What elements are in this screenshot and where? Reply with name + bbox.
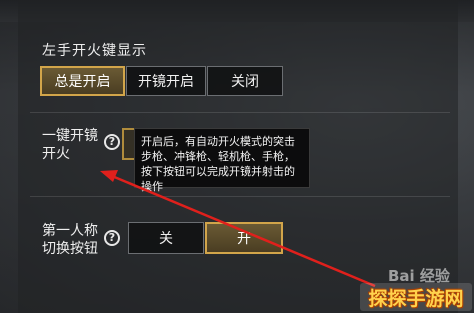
first-person-switch-options: 关 开 (128, 222, 284, 254)
one-key-scope-fire-label-line2: 开火 (42, 146, 70, 162)
left-fire-button-display-title: 左手开火键显示 (42, 43, 147, 59)
option-scope-on[interactable]: 开镜开启 (126, 66, 206, 96)
divider (30, 196, 450, 197)
option-always-on[interactable]: 总是开启 (40, 66, 125, 96)
help-icon[interactable]: ? (104, 230, 120, 246)
option-off[interactable]: 关 (128, 222, 204, 254)
first-person-switch-label-line2: 切换按钮 (42, 241, 98, 257)
first-person-switch-label-line1: 第一人称 (42, 223, 98, 239)
left-fire-button-display-options: 总是开启 开镜开启 关闭 (40, 66, 284, 96)
one-key-scope-fire-label: 一键开镜 开火 (42, 127, 98, 163)
one-key-scope-fire-label-line1: 一键开镜 (42, 128, 98, 144)
site-logo: 探探手游网 (360, 283, 472, 311)
divider (30, 112, 450, 113)
first-person-switch-label: 第一人称 切换按钮 (42, 222, 98, 258)
tooltip: 开启后，有自动开火模式的突击步枪、冲锋枪、轻机枪、手枪，按下按钮可以完成开镜并射… (134, 128, 310, 193)
option-on[interactable]: 开 (205, 222, 283, 254)
help-icon[interactable]: ? (104, 134, 120, 150)
option-off[interactable]: 关闭 (207, 66, 283, 96)
